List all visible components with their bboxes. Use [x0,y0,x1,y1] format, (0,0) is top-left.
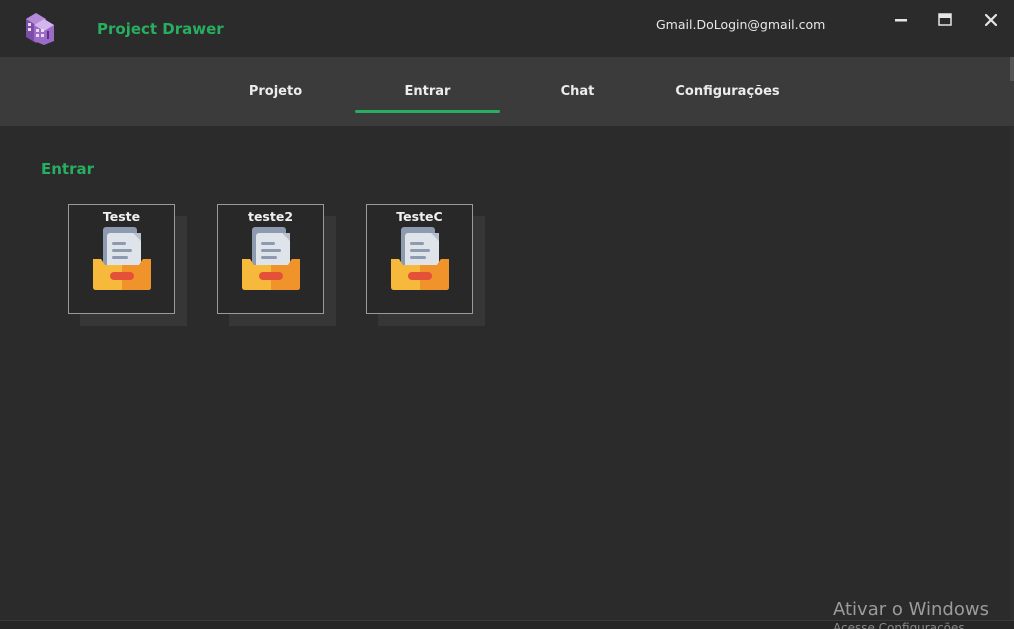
close-button[interactable] [979,9,1003,31]
document-tray-icon [91,227,153,291]
document-tray-icon [240,227,302,291]
project-name: teste2 [247,209,294,224]
project-card[interactable]: TesteC [366,204,473,314]
close-icon [984,13,998,27]
tab-entrar[interactable]: Entrar [355,57,500,126]
app-logo-icon [22,7,58,45]
section-title: Entrar [41,160,95,178]
maximize-button[interactable] [933,9,957,31]
title-bar: Project Drawer Gmail.DoLogin@gmail.com [0,0,1014,57]
minimize-button[interactable] [889,9,913,31]
nav-bar: Projeto Entrar Chat Configurações [0,57,1014,126]
project-name: Teste [102,209,141,224]
right-edge-divider [1010,126,1014,620]
project-card-wrapper: teste2 [217,204,337,327]
document-tray-icon [389,227,451,291]
maximize-icon [938,13,952,26]
app-title: Project Drawer [97,20,224,38]
tab-configuracoes[interactable]: Configurações [655,57,800,126]
windows-activation-subtext: Acesse Configurações [833,621,965,629]
project-card-wrapper: TesteC [366,204,486,327]
project-card-wrapper: Teste [68,204,188,327]
active-tab-indicator [355,110,500,113]
project-name: TesteC [396,209,443,224]
project-card[interactable]: Teste [68,204,175,314]
minimize-icon [895,19,907,22]
tab-chat[interactable]: Chat [505,57,650,126]
scrollbar-edge [1010,57,1014,81]
tab-projeto[interactable]: Projeto [203,57,348,126]
project-card[interactable]: teste2 [217,204,324,314]
windows-activation-watermark: Ativar o Windows [833,599,989,620]
user-email[interactable]: Gmail.DoLogin@gmail.com [656,17,825,32]
